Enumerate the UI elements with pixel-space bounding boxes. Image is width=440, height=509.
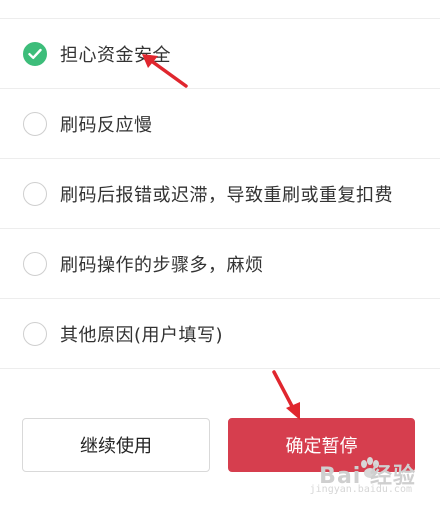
radio-circle-icon[interactable] (23, 181, 47, 206)
option-slow-response[interactable]: 刷码反应慢 (0, 89, 440, 159)
option-error-or-double-charge[interactable]: 刷码后报错或迟滞，导致重刷或重复扣费 (0, 159, 440, 229)
watermark-url: jingyan.baidu.com (309, 484, 412, 495)
option-label: 其他原因(用户填写) (60, 324, 224, 346)
continue-using-button[interactable]: 继续使用 (22, 418, 210, 472)
pause-reason-page: 担心资金安全 刷码反应慢 刷码后报错或迟滞，导致重刷或重复扣费 刷码操作的步骤多… (0, 0, 440, 509)
radio-circle-icon[interactable] (23, 251, 47, 276)
option-label: 刷码后报错或迟滞，导致重刷或重复扣费 (60, 184, 393, 206)
option-too-many-steps[interactable]: 刷码操作的步骤多，麻烦 (0, 229, 440, 299)
option-label: 刷码反应慢 (60, 114, 153, 136)
option-worry-fund-safety[interactable]: 担心资金安全 (0, 19, 440, 89)
checkmark-icon (28, 48, 42, 59)
option-label: 担心资金安全 (60, 44, 171, 66)
radio-circle-icon[interactable] (23, 321, 47, 346)
option-other-reason[interactable]: 其他原因(用户填写) (0, 299, 440, 369)
radio-circle-icon[interactable] (23, 111, 47, 136)
option-label: 刷码操作的步骤多，麻烦 (60, 254, 264, 276)
annotation-arrow-icon (272, 370, 300, 420)
checked-circle-icon[interactable] (23, 41, 47, 66)
